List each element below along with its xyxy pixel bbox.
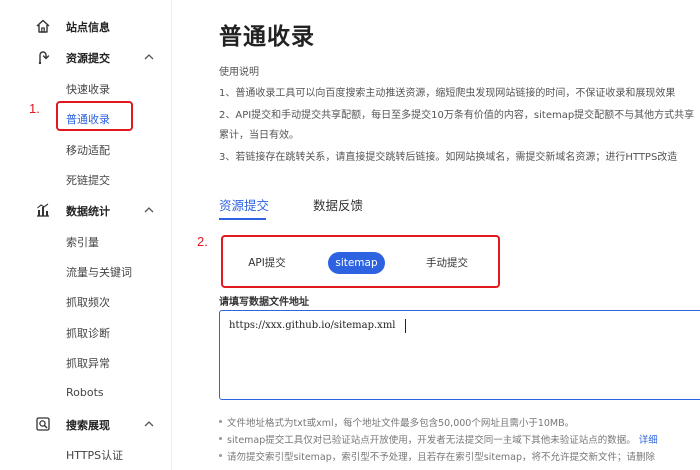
usage-heading: 使用说明 bbox=[219, 67, 259, 78]
chevron-up-icon[interactable] bbox=[142, 417, 156, 431]
sidebar-item-robots[interactable]: Robots bbox=[66, 386, 104, 399]
active-tab-indicator bbox=[219, 218, 266, 220]
usage-line: 1、普通收录工具可以向百度搜索主动推送资源，缩短爬虫发现网站链接的时间，不保证收… bbox=[219, 88, 676, 99]
sidebar-item-crawl-frequency[interactable]: 抓取频次 bbox=[66, 294, 110, 310]
sidebar-item-https-auth[interactable]: HTTPS认证 bbox=[66, 447, 123, 463]
sidebar-item-crawl-errors[interactable]: 抓取异常 bbox=[66, 355, 110, 371]
note-item: 请勿提交索引型sitemap，索引型不予处理，且若存在索引型sitemap，将不… bbox=[219, 449, 656, 463]
sidebar-item-quick-index[interactable]: 快速收录 bbox=[66, 81, 110, 97]
annotation-box-1 bbox=[56, 101, 133, 131]
tab-resource-submit[interactable]: 资源提交 bbox=[219, 195, 269, 214]
sitemap-field-label: 请填写数据文件地址 bbox=[219, 297, 309, 308]
sidebar-item-mobile-adapt[interactable]: 移动适配 bbox=[66, 142, 110, 158]
details-link[interactable]: 详细 bbox=[639, 435, 658, 446]
page-title: 普通收录 bbox=[219, 24, 315, 50]
sidebar-group-search-display[interactable]: 搜索展现 bbox=[0, 411, 172, 437]
usage-line: 3、若链接存在跳转关系，请直接提交跳转后链接。如网站换域名，需提交新域名资源；进… bbox=[219, 152, 678, 163]
note-item: 文件地址格式为txt或xml，每个地址文件最多包含50,000个网址且需小于10… bbox=[219, 415, 575, 429]
note-text: 文件地址格式为txt或xml，每个地址文件最多包含50,000个网址且需小于10… bbox=[227, 418, 575, 429]
note-text: 请勿提交索引型sitemap，索引型不予处理，且若存在索引型sitemap，将不… bbox=[227, 452, 656, 463]
sidebar-item-index-count[interactable]: 索引量 bbox=[66, 234, 99, 250]
bullet-dot bbox=[219, 454, 222, 457]
sidebar-group-data-stats[interactable]: 数据统计 bbox=[0, 197, 172, 223]
sitemap-url-value[interactable]: https://xxx.github.io/sitemap.xml bbox=[229, 320, 396, 331]
note-text: sitemap提交工具仅对已验证站点开放使用，开发者无法提交同一主域下其他未验证… bbox=[227, 435, 636, 446]
sidebar-item-crawl-diagnosis[interactable]: 抓取诊断 bbox=[66, 325, 110, 341]
note-item: sitemap提交工具仅对已验证站点开放使用，开发者无法提交同一主域下其他未验证… bbox=[219, 432, 658, 446]
sidebar-group-label: 数据统计 bbox=[66, 205, 110, 218]
sidebar-group-label: 搜索展现 bbox=[66, 419, 110, 432]
search-display-icon bbox=[36, 417, 50, 431]
chevron-up-icon[interactable] bbox=[142, 203, 156, 217]
sidebar-item-dead-link[interactable]: 死链提交 bbox=[66, 172, 110, 188]
home-icon bbox=[36, 19, 50, 33]
sidebar: 站点信息 资源提交 快速收录 普通收录 移动适配 死链提交 数据统计 索引量 流… bbox=[0, 0, 172, 470]
sidebar-group-label: 站点信息 bbox=[66, 21, 110, 34]
chart-icon bbox=[37, 203, 49, 217]
text-caret bbox=[405, 319, 406, 333]
sidebar-group-resource-submit[interactable]: 资源提交 bbox=[0, 44, 172, 70]
bullet-dot bbox=[219, 437, 222, 440]
submit-icon bbox=[38, 51, 50, 65]
sidebar-group-site-info[interactable]: 站点信息 bbox=[0, 13, 172, 39]
tab-data-feedback[interactable]: 数据反馈 bbox=[313, 195, 363, 214]
sidebar-item-traffic-keywords[interactable]: 流量与关键词 bbox=[66, 264, 132, 280]
usage-line: 累计，当日有效。 bbox=[219, 130, 299, 141]
annotation-number-1: 1. bbox=[29, 101, 40, 116]
sitemap-url-input[interactable]: https://xxx.github.io/sitemap.xml bbox=[219, 310, 700, 400]
annotation-box-2 bbox=[221, 235, 500, 288]
bullet-dot bbox=[219, 420, 222, 423]
sidebar-group-label: 资源提交 bbox=[66, 52, 110, 65]
chevron-up-icon[interactable] bbox=[142, 50, 156, 64]
annotation-number-2: 2. bbox=[197, 234, 208, 249]
usage-line: 2、API提交和手动提交共享配额，每日至多提交10万条有价值的内容，sitema… bbox=[219, 110, 695, 121]
